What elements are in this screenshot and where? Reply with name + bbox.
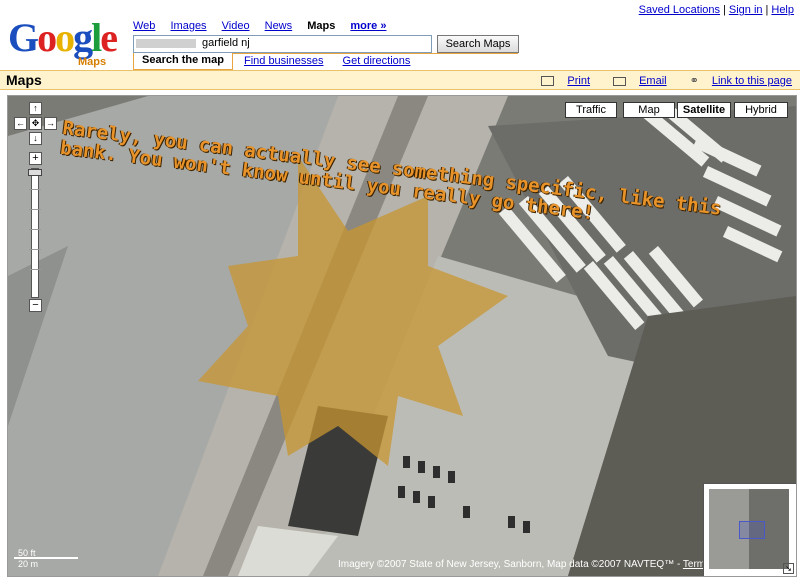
product-nav: Web Images Video News Maps more » [133,20,398,32]
overview-imagery [709,489,789,569]
page-title: Maps [6,72,42,88]
email-link[interactable]: Email [639,75,667,87]
logo-text: Google [8,15,118,60]
satellite-button[interactable]: Satellite [677,102,731,118]
print-link[interactable]: Print [567,75,590,87]
help-link[interactable]: Help [771,4,794,16]
top-links: Saved Locations | Sign in | Help [638,4,794,16]
overview-viewport-box[interactable] [739,521,765,539]
pan-up-button[interactable]: ↑ [29,102,42,115]
search-maps-button[interactable]: Search Maps [437,35,519,53]
overview-map[interactable]: ↘ [703,483,796,576]
pan-center-button[interactable]: ✥ [29,117,42,130]
overview-toggle-icon[interactable]: ↘ [783,563,794,574]
zoom-tick [29,209,41,210]
printer-icon [541,76,555,87]
link-action[interactable]: ⚭ Link to this page [680,75,792,87]
email-action[interactable]: Email [603,75,667,87]
copyright-text: Imagery ©2007 State of New Jersey, Sanbo… [338,559,683,570]
pan-right-button[interactable]: → [44,117,57,130]
nav-video[interactable]: Video [222,20,250,32]
sign-in-link[interactable]: Sign in [729,4,763,16]
pan-left-button[interactable]: ← [14,117,27,130]
map-scale: 50 ft 20 m [14,548,84,570]
hybrid-button[interactable]: Hybrid [734,102,788,118]
blurred-text [136,38,196,48]
scale-meters: 20 m [18,559,39,569]
zoom-tick [29,249,41,250]
logo-sub: Maps [78,56,107,68]
nav-news[interactable]: News [265,20,293,32]
search-value: garfield nj [202,37,250,49]
nav-images[interactable]: Images [170,20,206,32]
google-maps-logo[interactable]: Google Maps [8,15,126,69]
zoom-thumb[interactable] [28,169,42,176]
maps-title-bar: Maps Print Email ⚭ Link to this page [0,70,800,90]
map-copyright: Imagery ©2007 State of New Jersey, Sanbo… [338,559,742,570]
zoom-tick [29,189,41,190]
envelope-icon [613,76,627,86]
nav-more[interactable]: more » [350,20,386,32]
nav-maps: Maps [307,20,336,32]
search-input[interactable]: garfield nj [133,35,432,53]
tab-find-businesses[interactable]: Find businesses [236,54,332,70]
print-action[interactable]: Print [531,75,590,87]
zoom-in-button[interactable]: + [29,152,42,165]
zoom-slider[interactable] [28,168,42,298]
chain-link-icon: ⚭ [689,75,699,87]
map-button[interactable]: Map [623,102,675,118]
nav-web[interactable]: Web [133,20,155,32]
link-to-page[interactable]: Link to this page [712,75,792,87]
satellite-map[interactable]: Traffic Map Satellite Hybrid ↑ ← ✥ → ↓ +… [7,95,797,577]
saved-locations-link[interactable]: Saved Locations [639,4,720,16]
search-subtabs: Search the map Find businesses Get direc… [133,53,419,71]
tab-search-the-map[interactable]: Search the map [133,53,233,70]
tab-get-directions[interactable]: Get directions [335,54,419,70]
pan-down-button[interactable]: ↓ [29,132,42,145]
zoom-tick [29,269,41,270]
page-actions: Print Email ⚭ Link to this page [521,74,792,87]
zoom-tick [29,229,41,230]
traffic-button[interactable]: Traffic [565,102,617,118]
zoom-out-button[interactable]: − [29,299,42,312]
